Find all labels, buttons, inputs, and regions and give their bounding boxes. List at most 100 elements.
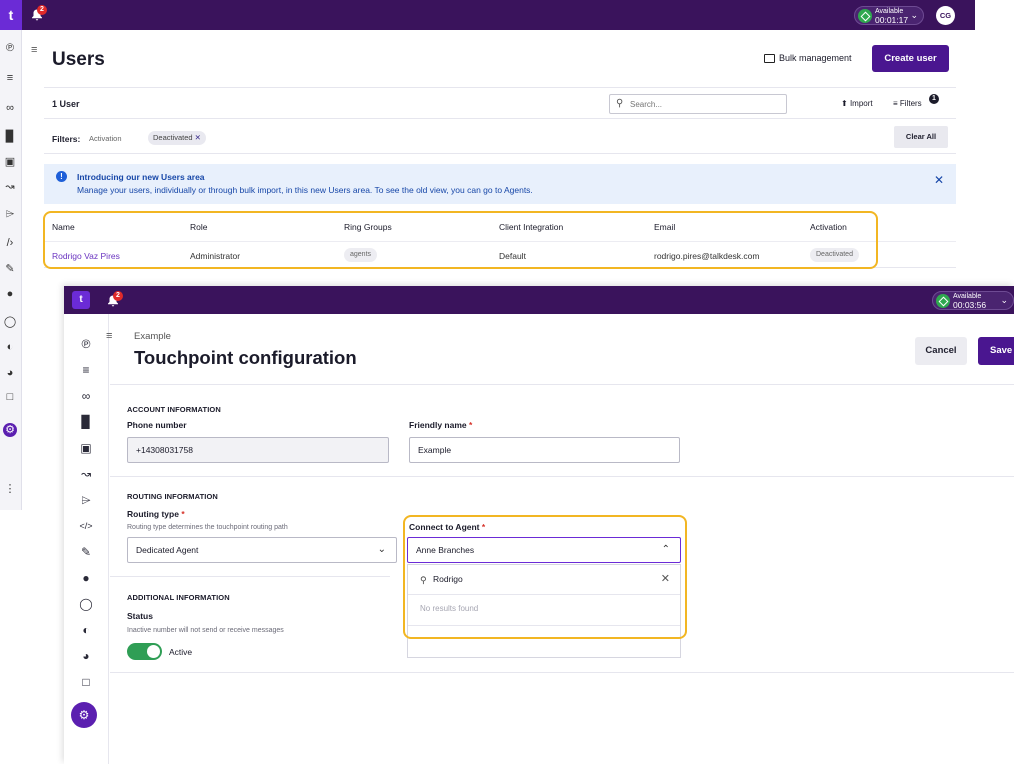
briefcase-icon[interactable]: □ <box>78 674 94 690</box>
toolbar: 1 User ⚲ ⬆ Import ≡ Filters 1 <box>44 87 956 119</box>
app-logo[interactable]: t <box>0 0 22 30</box>
info-banner: ! Introducing our new Users area Manage … <box>44 164 956 204</box>
divider <box>110 576 390 577</box>
filters-count-badge: 1 <box>929 94 939 104</box>
flow-icon[interactable]: ↝ <box>78 466 94 482</box>
status-toggle[interactable] <box>127 643 162 660</box>
menu-icon[interactable]: ≡ <box>31 44 37 56</box>
app-logo[interactable]: t <box>72 291 90 309</box>
divider <box>110 476 1014 477</box>
dashboard-icon[interactable]: ▉ <box>78 414 94 430</box>
close-icon[interactable]: ✕ <box>934 173 944 187</box>
banner-title: Introducing our new Users area <box>77 172 205 182</box>
routing-icon[interactable]: ℗ <box>78 336 94 352</box>
flow-icon[interactable]: ↝ <box>3 180 17 194</box>
speed-icon[interactable]: ◐ <box>3 341 17 355</box>
remove-filter-icon[interactable]: ✕ <box>195 133 201 142</box>
top-bar: t 2 Available 00:01:17 ⌄ CG <box>0 0 975 30</box>
apps-icon[interactable]: ⋮ <box>3 482 17 496</box>
clear-all-button[interactable]: Clear All <box>894 126 948 148</box>
code-icon[interactable]: </> <box>78 518 94 534</box>
chat-icon[interactable]: ◯ <box>78 596 94 612</box>
save-button[interactable]: Save <box>978 337 1014 365</box>
list-icon[interactable]: ≡ <box>3 72 17 86</box>
left-nav-rail: ℗ ≡ ∞ ▉ ▣ ↝ ⌲ </> ✎ ● ◯ ◐ ◕ □ ⚙ <box>64 314 109 764</box>
database-icon[interactable]: ⌲ <box>3 208 17 222</box>
notification-badge: 2 <box>37 5 47 15</box>
voicemail-icon[interactable]: ∞ <box>78 388 94 404</box>
divider <box>110 384 1014 385</box>
import-button[interactable]: ⬆ Import <box>841 99 873 108</box>
routing-type-label: Routing type * <box>127 509 185 519</box>
list-icon[interactable]: ≡ <box>78 362 94 378</box>
menu-icon[interactable]: ≡ <box>106 330 112 342</box>
left-nav-rail: ℗ ≡ ∞ ▉ ▣ ↝ ⌲ /› ✎ ● ◯ ◐ ◕ □ ⚙ ⋮ <box>0 30 22 510</box>
chevron-down-icon: ⌄ <box>377 544 386 555</box>
phone-label: Phone number <box>127 420 187 430</box>
agent-highlight <box>403 515 687 639</box>
account-section-heading: ACCOUNT INFORMATION <box>127 405 221 414</box>
friendly-name-field[interactable]: Example <box>409 437 680 463</box>
status-timer: 00:03:56 <box>953 300 987 310</box>
users-window: t 2 Available 00:01:17 ⌄ CG ℗ ≡ ∞ ▉ ▣ ↝ … <box>0 0 1014 510</box>
contacts-icon[interactable]: ▣ <box>78 440 94 456</box>
routing-type-select[interactable]: Dedicated Agent ⌄ <box>127 537 397 563</box>
dashboard-icon[interactable]: ▉ <box>3 130 17 144</box>
bulk-management-button[interactable]: Bulk management <box>764 53 852 63</box>
filter-field: Activation <box>89 134 122 143</box>
status-help-text: Inactive number will not send or receive… <box>127 627 284 634</box>
routing-section-heading: ROUTING INFORMATION <box>127 492 218 501</box>
status-toggle-label: Active <box>169 647 193 657</box>
edit-icon[interactable]: ✎ <box>3 262 17 276</box>
filter-chip-label: Deactivated <box>153 133 193 142</box>
compass-icon[interactable]: ◕ <box>3 367 17 381</box>
status-selector[interactable]: Available 00:01:17 ⌄ <box>854 6 924 25</box>
available-status-icon <box>936 294 950 308</box>
active-filters-bar: Filters: Activation Deactivated ✕ Clear A… <box>44 122 956 154</box>
bulk-icon <box>764 53 775 63</box>
filters-label: Filters <box>899 99 922 108</box>
circle-icon[interactable]: ● <box>3 288 17 302</box>
filter-chip[interactable]: Deactivated ✕ <box>148 131 206 145</box>
database-icon[interactable]: ⌲ <box>78 492 94 508</box>
routing-icon[interactable]: ℗ <box>3 42 17 56</box>
routing-help-text: Routing type determines the touchpoint r… <box>127 524 288 531</box>
cancel-button[interactable]: Cancel <box>915 337 967 365</box>
search-input[interactable] <box>630 97 780 111</box>
available-status-icon <box>858 9 872 23</box>
create-user-button[interactable]: Create user <box>872 45 949 72</box>
search-icon: ⚲ <box>616 98 624 109</box>
breadcrumb[interactable]: Example <box>134 331 171 342</box>
settings-icon[interactable]: ⚙ <box>71 702 97 728</box>
compass-icon[interactable]: ◕ <box>78 648 94 664</box>
chevron-down-icon: ⌄ <box>1000 295 1008 305</box>
circle-icon[interactable]: ● <box>78 570 94 586</box>
upload-icon: ⬆ <box>841 99 848 108</box>
status-label: Status <box>127 611 153 621</box>
status-timer: 00:01:17 <box>875 15 909 25</box>
additional-section-heading: ADDITIONAL INFORMATION <box>127 593 230 602</box>
edit-icon[interactable]: ✎ <box>78 544 94 560</box>
divider <box>110 672 1014 673</box>
info-icon: ! <box>56 171 67 182</box>
search-box[interactable]: ⚲ <box>609 94 787 114</box>
avatar[interactable]: CG <box>936 6 955 25</box>
speed-icon[interactable]: ◐ <box>78 622 94 638</box>
filters-button[interactable]: ≡ Filters <box>893 99 922 108</box>
chat-icon[interactable]: ◯ <box>3 315 17 329</box>
status-selector[interactable]: Available 00:03:56 ⌄ <box>932 291 1014 310</box>
notification-badge: 2 <box>113 291 123 301</box>
filters-prefix: Filters: <box>52 134 81 144</box>
page-title: Touchpoint configuration <box>134 347 357 368</box>
top-bar: t 2 Available 00:03:56 ⌄ <box>64 286 1014 314</box>
friendly-name-label: Friendly name * <box>409 420 473 430</box>
voicemail-icon[interactable]: ∞ <box>3 102 17 116</box>
bulk-management-label: Bulk management <box>779 53 852 63</box>
contacts-icon[interactable]: ▣ <box>3 155 17 169</box>
routing-type-value: Dedicated Agent <box>136 545 199 555</box>
banner-body: Manage your users, individually or throu… <box>77 185 533 195</box>
briefcase-icon[interactable]: □ <box>3 391 17 405</box>
code-icon[interactable]: /› <box>3 237 17 251</box>
settings-icon[interactable]: ⚙ <box>3 423 17 437</box>
touchpoint-window: t 2 Available 00:03:56 ⌄ ℗ ≡ ∞ ▉ ▣ ↝ ⌲ <… <box>64 286 1014 764</box>
